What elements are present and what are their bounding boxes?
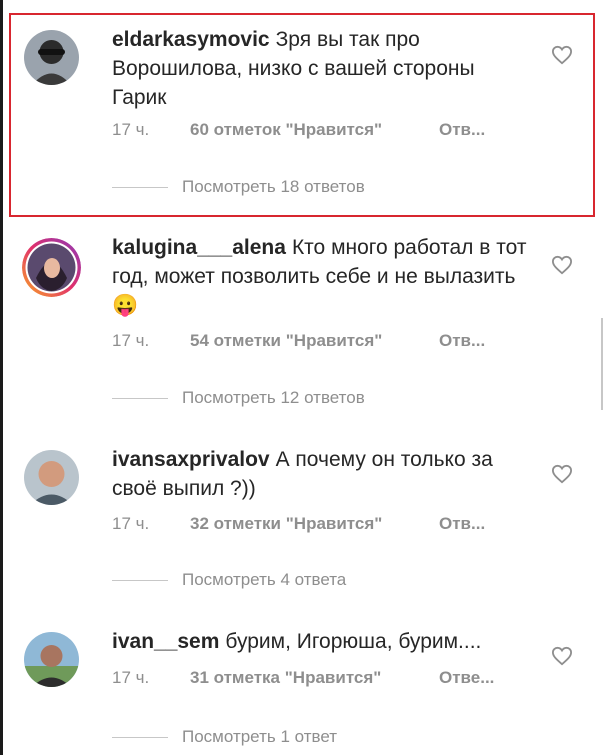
- comment-likes[interactable]: 54 отметки "Нравится": [190, 331, 382, 351]
- comment-time: 17 ч.: [112, 331, 150, 350]
- view-replies-label: Посмотреть 18 ответов: [182, 177, 365, 196]
- comment-likes[interactable]: 31 отметка "Нравится": [190, 668, 381, 688]
- heart-outline-icon[interactable]: [551, 464, 573, 484]
- replies-divider: [112, 737, 168, 739]
- comment-body: ivansaxprivalov А почему он только за сво…: [112, 445, 532, 503]
- replies-divider: [112, 398, 168, 400]
- view-replies-button[interactable]: Посмотреть 4 ответа: [112, 570, 346, 590]
- heart-outline-icon[interactable]: [551, 646, 573, 666]
- avatar[interactable]: [24, 30, 79, 85]
- comment-likes[interactable]: 60 отметок "Нравится": [190, 120, 382, 140]
- comment-username[interactable]: ivan__sem: [112, 630, 219, 653]
- comment-meta: 17 ч. 32 отметки "Нравится" Отв...: [112, 514, 485, 534]
- reply-button[interactable]: Отве...: [439, 668, 494, 688]
- comment-username[interactable]: ivansaxprivalov: [112, 448, 270, 471]
- reply-button[interactable]: Отв...: [439, 514, 485, 534]
- comment-likes[interactable]: 32 отметки "Нравится": [190, 514, 382, 534]
- view-replies-label: Посмотреть 4 ответа: [182, 570, 347, 589]
- comment-meta: 17 ч. 60 отметок "Нравится" Отв...: [112, 120, 485, 140]
- view-replies-label: Посмотреть 12 ответов: [182, 388, 365, 407]
- view-replies-button[interactable]: Посмотреть 1 ответ: [112, 727, 337, 747]
- comment-username[interactable]: kalugina___alena: [112, 236, 286, 259]
- heart-outline-icon[interactable]: [551, 255, 573, 275]
- comment-username[interactable]: eldarkasymovic: [112, 28, 270, 51]
- reply-button[interactable]: Отв...: [439, 120, 485, 140]
- view-replies-button[interactable]: Посмотреть 18 ответов: [112, 177, 365, 197]
- screenshot-frame-edge: [0, 0, 3, 755]
- view-replies-button[interactable]: Посмотреть 12 ответов: [112, 388, 365, 408]
- comment-time: 17 ч.: [112, 668, 150, 687]
- comment-time: 17 ч.: [112, 120, 150, 139]
- replies-divider: [112, 580, 168, 582]
- comment-time: 17 ч.: [112, 514, 150, 533]
- reply-button[interactable]: Отв...: [439, 331, 485, 351]
- comment-body: eldarkasymovic Зря вы так про Ворошилова,…: [112, 25, 532, 112]
- comment-text: бурим, Игорюша, бурим....: [225, 630, 482, 653]
- comment-body: kalugina___alena Кто много работал в тот …: [112, 233, 532, 320]
- view-replies-label: Посмотреть 1 ответ: [182, 727, 338, 746]
- heart-outline-icon[interactable]: [551, 45, 573, 65]
- avatar[interactable]: [24, 632, 79, 687]
- comment-meta: 17 ч. 54 отметки "Нравится" Отв...: [112, 331, 485, 351]
- avatar[interactable]: [24, 450, 79, 505]
- avatar[interactable]: [22, 238, 81, 297]
- replies-divider: [112, 187, 168, 189]
- comment-body: ivan__sem бурим, Игорюша, бурим....: [112, 627, 532, 656]
- comment-meta: 17 ч. 31 отметка "Нравится" Отве...: [112, 668, 494, 688]
